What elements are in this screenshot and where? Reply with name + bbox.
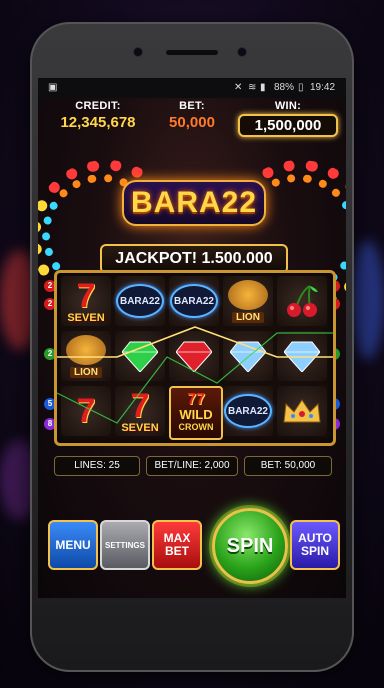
gem-symbol [223, 331, 273, 381]
wild-symbol: 77 WILD CROWN [169, 386, 223, 440]
lion-symbol: LION [223, 276, 273, 326]
reel-1: 7 SEVEN LION 7 [61, 276, 111, 438]
game-logo: BARA22 [122, 180, 266, 226]
win-label: WIN: [274, 100, 302, 112]
symbol-label: WILD [179, 407, 213, 422]
total-bet-display: BET: 50,000 [244, 456, 332, 476]
bara22-symbol: BARA22 [223, 386, 273, 436]
gem-symbol [277, 331, 327, 381]
bet-value: 50,000 [169, 114, 215, 131]
seven-symbol: 7 SEVEN [115, 386, 165, 436]
reel-4: LION BARA22 [223, 276, 273, 438]
gem-icon [230, 341, 266, 372]
seven-icon: 7 [76, 276, 96, 315]
battery-icon: ▯ [298, 82, 304, 93]
symbol-sublabel: CROWN [178, 422, 214, 432]
spin-button[interactable]: SPIN [212, 508, 288, 584]
status-bar: ▣ ✕ ≋ ▮ 88% ▯ 19:42 [38, 78, 346, 98]
bet-display: BET: 50,000 [142, 100, 242, 131]
win-value: 1,500,000 [238, 114, 338, 137]
symbol-label: BARA22 [224, 394, 272, 428]
bara22-symbol: BARA22 [169, 276, 219, 326]
speaker-grille [166, 50, 218, 55]
menu-button[interactable]: MENU [48, 520, 98, 570]
reel-grid: 7 SEVEN LION 7 BARA22 7 SEVEN BARA22 77 WILD CROWN… [54, 270, 336, 446]
symbol-label: SEVEN [67, 311, 105, 324]
reel-3: BARA22 77 WILD CROWN [169, 276, 223, 440]
cherry-icon [287, 285, 318, 317]
signal-icon: ▮ [260, 82, 266, 93]
seven-symbol: 7 [61, 386, 111, 436]
settings-button-label: SETTINGS [104, 540, 145, 550]
symbol-label: LION [70, 366, 102, 378]
gem-icon [122, 341, 158, 372]
mute-icon: ✕ [234, 82, 243, 93]
symbol-label: LION [232, 311, 264, 323]
reel-5 [277, 276, 327, 438]
lion-icon [66, 334, 106, 365]
wifi-icon: ≋ [248, 82, 257, 93]
bet-label: BET: [179, 100, 205, 112]
gem-icon [176, 341, 212, 372]
crown-icon [283, 399, 321, 423]
gallery-icon: ▣ [48, 82, 58, 93]
gem-icon [284, 341, 320, 372]
credit-value: 12,345,678 [60, 114, 136, 131]
auto-spin-label-bottom: SPIN [300, 544, 329, 558]
auto-spin-button[interactable]: AUTO SPIN [290, 520, 340, 570]
symbol-label: SEVEN [121, 421, 159, 434]
battery-level: 88% [274, 82, 295, 93]
gem-symbol [169, 331, 219, 381]
bet-per-line-display: BET/LINE: 2,000 [146, 456, 238, 476]
win-display: WIN: 1,500,000 [238, 100, 338, 137]
cherry-symbol [277, 276, 327, 326]
camera-icon [238, 48, 246, 56]
game-screen: ▣ ✕ ≋ ▮ 88% ▯ 19:42 CREDIT: 12,345,678 B… [38, 78, 346, 598]
credit-label: CREDIT: [75, 100, 121, 112]
lion-symbol: LION [61, 331, 111, 381]
gem-symbol [115, 331, 165, 381]
lines-display: LINES: 25 [54, 456, 140, 476]
menu-button-label: MENU [55, 538, 91, 552]
spin-button-label: SPIN [226, 534, 274, 557]
camera-icon [134, 48, 142, 56]
settings-button[interactable]: SETTINGS [100, 520, 150, 570]
seven-icon: 7 [130, 386, 150, 425]
max-bet-button[interactable]: MAX BET [152, 520, 202, 570]
clock: 19:42 [310, 82, 336, 93]
credit-display: CREDIT: 12,345,678 [48, 100, 148, 131]
symbol-label: BARA22 [170, 284, 218, 318]
seven-icon: 77 [187, 391, 205, 408]
reel-2: BARA22 7 SEVEN [115, 276, 165, 438]
max-bet-label-bottom: BET [165, 544, 189, 558]
background-light [350, 240, 384, 360]
symbol-label: BARA22 [116, 284, 164, 318]
crown-symbol [277, 386, 327, 436]
bara22-symbol: BARA22 [115, 276, 165, 326]
seven-symbol: 7 SEVEN [61, 276, 111, 326]
seven-icon: 7 [76, 392, 96, 430]
lion-icon [228, 279, 268, 310]
